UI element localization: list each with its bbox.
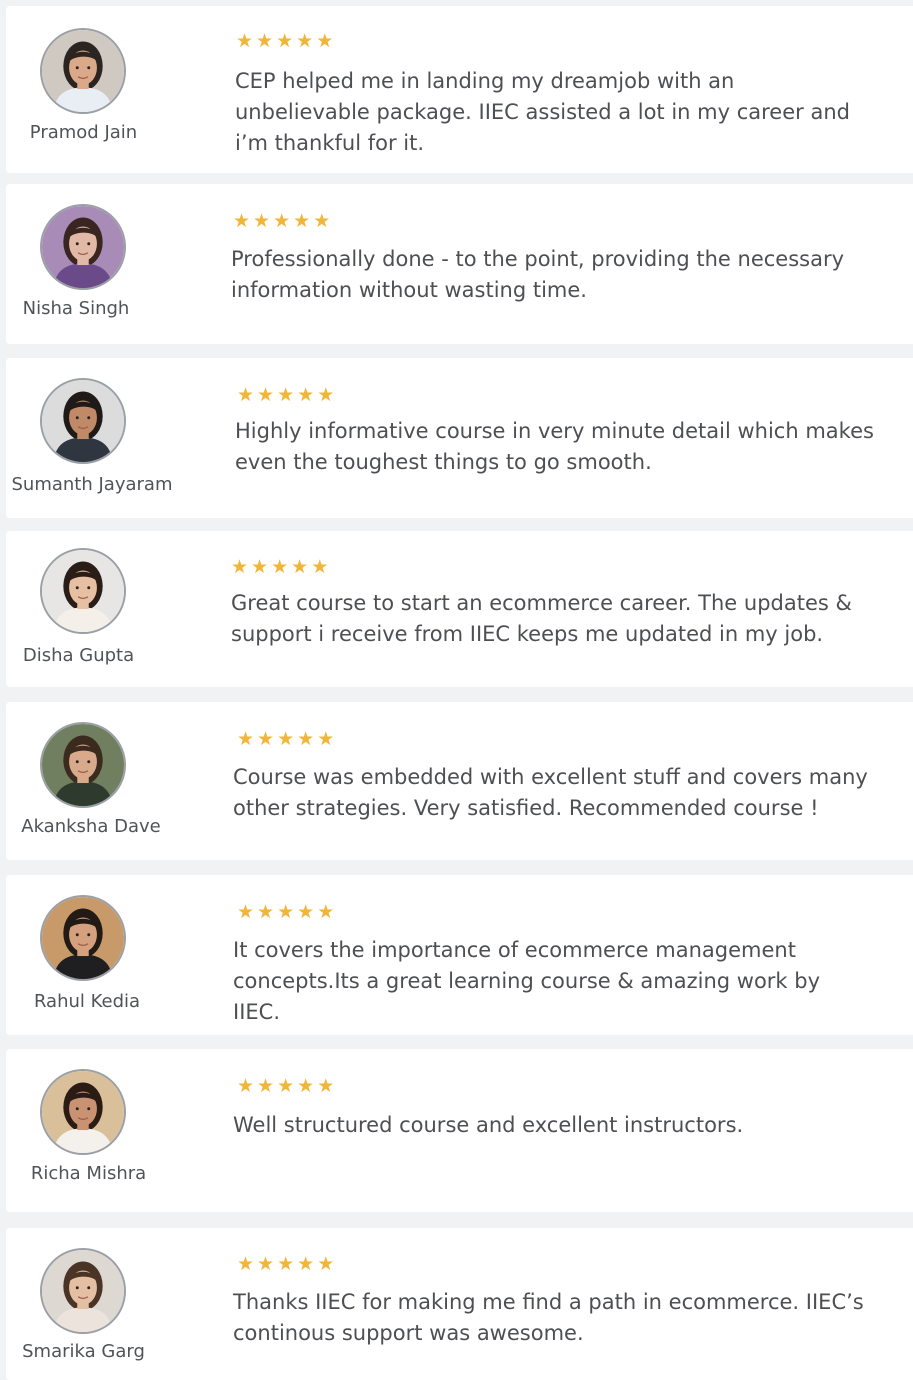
person-photo-icon <box>42 897 124 979</box>
testimonial-card: Akanksha Dave ★ ★ ★ ★ ★ Course was embedded … <box>6 702 913 860</box>
rating-stars: ★ ★ ★ ★ ★ <box>237 901 335 923</box>
star-icon: ★ <box>277 1253 296 1275</box>
rating-stars: ★ ★ ★ ★ ★ <box>237 1253 335 1275</box>
star-icon: ★ <box>317 728 336 750</box>
person-photo-icon <box>40 548 126 634</box>
star-icon: ★ <box>316 30 335 52</box>
reviewer-name: Richa Mishra <box>30 1163 147 1184</box>
star-icon: ★ <box>277 1075 296 1097</box>
review-text: CEP helped me in landing my dreamjob wit… <box>235 69 850 155</box>
star-icon: ★ <box>237 1253 256 1275</box>
star-icon: ★ <box>311 556 330 578</box>
reviewer-name: Sumanth Jayaram <box>11 474 173 495</box>
reviewer: Pramod Jain <box>6 6 178 173</box>
star-icon: ★ <box>257 1253 276 1275</box>
rating-stars: ★ ★ ★ ★ ★ <box>231 556 329 578</box>
person-photo-icon <box>40 204 126 290</box>
reviewer-name: Pramod Jain <box>29 122 138 143</box>
person-photo-icon <box>42 380 124 462</box>
star-icon: ★ <box>257 901 276 923</box>
star-icon: ★ <box>291 556 310 578</box>
star-icon: ★ <box>236 30 255 52</box>
star-icon: ★ <box>257 1075 276 1097</box>
reviewer: Nisha Singh <box>6 184 178 344</box>
star-icon: ★ <box>317 1253 336 1275</box>
reviewer: Disha Gupta <box>6 531 178 687</box>
star-icon: ★ <box>237 384 256 406</box>
star-icon: ★ <box>233 210 252 232</box>
star-icon: ★ <box>297 1253 316 1275</box>
reviewer-name: Rahul Kedia <box>33 991 141 1012</box>
testimonial-card: Richa Mishra ★ ★ ★ ★ ★ Well structured cours… <box>6 1049 913 1212</box>
reviewer-name: Nisha Singh <box>22 298 130 319</box>
person-photo-icon <box>40 378 126 464</box>
review-text: Highly informative course in very minute… <box>235 419 874 474</box>
star-icon: ★ <box>296 30 315 52</box>
testimonial-card: Sumanth Jayaram ★ ★ ★ ★ ★ Highly informative… <box>6 358 913 518</box>
star-icon: ★ <box>317 901 336 923</box>
testimonial-card: Nisha Singh ★ ★ ★ ★ ★ Professionally done - … <box>6 184 913 344</box>
person-photo-icon <box>40 895 126 981</box>
testimonial-card: Smarika Garg ★ ★ ★ ★ ★ Thanks IIEC for makin… <box>6 1228 913 1380</box>
star-icon: ★ <box>231 556 250 578</box>
star-icon: ★ <box>237 901 256 923</box>
testimonial-card: Rahul Kedia ★ ★ ★ ★ ★ It covers the importan… <box>6 875 913 1035</box>
review-text: Thanks IIEC for making me find a path in… <box>233 1290 864 1345</box>
person-photo-icon <box>40 1069 126 1155</box>
person-photo-icon <box>42 206 124 288</box>
star-icon: ★ <box>276 30 295 52</box>
person-photo-icon <box>42 550 124 632</box>
review-text: Great course to start an ecommerce caree… <box>231 591 852 646</box>
reviewer: Akanksha Dave <box>6 702 178 860</box>
reviewer-name: Disha Gupta <box>22 645 135 666</box>
star-icon: ★ <box>297 1075 316 1097</box>
star-icon: ★ <box>297 384 316 406</box>
person-photo-icon <box>40 722 126 808</box>
person-photo-icon <box>40 28 126 114</box>
star-icon: ★ <box>256 30 275 52</box>
person-photo-icon <box>42 1250 124 1332</box>
reviewer-name: Akanksha Dave <box>21 816 161 837</box>
reviewer: Rahul Kedia <box>6 875 178 1035</box>
review-text: Professionally done - to the point, prov… <box>231 247 845 302</box>
star-icon: ★ <box>251 556 270 578</box>
reviewer: Richa Mishra <box>6 1049 178 1212</box>
review-text: Well structured course and excellent ins… <box>233 1113 744 1137</box>
rating-stars: ★ ★ ★ ★ ★ <box>237 728 335 750</box>
person-photo-icon <box>42 724 124 806</box>
person-photo-icon <box>40 1248 126 1334</box>
review-text: It covers the importance of ecommerce ma… <box>233 938 821 1024</box>
star-icon: ★ <box>271 556 290 578</box>
star-icon: ★ <box>273 210 292 232</box>
star-icon: ★ <box>237 1075 256 1097</box>
star-icon: ★ <box>237 728 256 750</box>
star-icon: ★ <box>313 210 332 232</box>
star-icon: ★ <box>317 1075 336 1097</box>
star-icon: ★ <box>293 210 312 232</box>
rating-stars: ★ ★ ★ ★ ★ <box>236 30 334 52</box>
star-icon: ★ <box>253 210 272 232</box>
star-icon: ★ <box>277 901 296 923</box>
rating-stars: ★ ★ ★ ★ ★ <box>233 210 331 232</box>
testimonial-card: Disha Gupta ★ ★ ★ ★ ★ Great course to start … <box>6 531 913 687</box>
star-icon: ★ <box>297 901 316 923</box>
person-photo-icon <box>42 30 124 112</box>
reviewer: Sumanth Jayaram <box>6 358 178 518</box>
testimonial-card: Pramod Jain ★ ★ ★ ★ ★ CEP helped me in landi… <box>6 6 913 173</box>
star-icon: ★ <box>257 384 276 406</box>
reviewer: Smarika Garg <box>6 1228 178 1380</box>
star-icon: ★ <box>277 384 296 406</box>
star-icon: ★ <box>277 728 296 750</box>
star-icon: ★ <box>317 384 336 406</box>
reviewer-name: Smarika Garg <box>22 1341 145 1362</box>
star-icon: ★ <box>257 728 276 750</box>
star-icon: ★ <box>297 728 316 750</box>
person-photo-icon <box>42 1071 124 1153</box>
review-text: Course was embedded with excellent stuff… <box>233 765 868 820</box>
rating-stars: ★ ★ ★ ★ ★ <box>237 1075 335 1097</box>
rating-stars: ★ ★ ★ ★ ★ <box>237 384 335 406</box>
